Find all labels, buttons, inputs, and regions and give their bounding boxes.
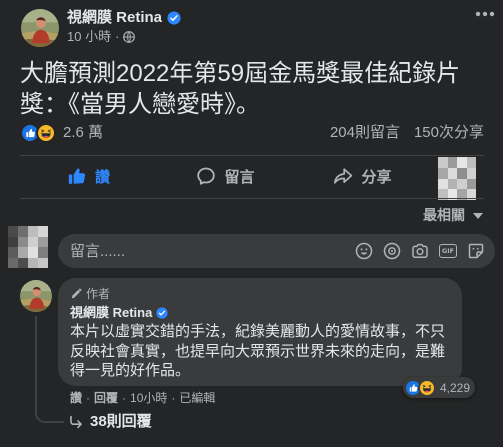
post-author-name[interactable]: 視網膜 Retina [67,8,162,28]
post-author-row: 視網膜 Retina [67,8,181,28]
comment-button-label: 留言 [224,168,255,186]
post-reactions-summary[interactable]: 2.6 萬 [20,123,103,143]
blur-cell [28,236,38,247]
meta-separator: · [171,391,176,405]
comment-bubble: 作者 視網膜 Retina 本片以虛實交錯的手法，紀錄美麗動人的愛情故事，不只反… [58,278,462,386]
avatar-sticker-icon[interactable] [355,242,373,260]
comment-like-link[interactable]: 讚 [70,390,82,406]
author-photo [20,280,52,312]
blur-cell [18,236,28,247]
comment-button[interactable]: 留言 [157,158,294,194]
like-button[interactable]: 讚 [20,158,157,194]
like-button-label: 讚 [94,168,110,186]
blur-cell [8,236,18,247]
comment-composer: GIF [58,234,495,268]
comment-icon [196,166,216,186]
share-button-label: 分享 [361,168,392,186]
author-badge: 作者 [70,286,450,302]
post-action-bar: 讚 留言 分享 [20,158,431,194]
blur-cell [8,257,18,268]
post-text: 大膽預測2022年第59屆金馬獎最佳紀錄片獎：《當男人戀愛時》。 [20,60,461,118]
blur-cell [447,178,457,190]
haha-icon [36,123,56,143]
blur-cell [18,247,28,258]
comment-edited-label[interactable]: 已編輯 [179,390,215,406]
blur-cell [38,257,48,268]
blur-cell [28,247,38,258]
divider [20,155,484,156]
globe-icon[interactable] [123,31,136,43]
share-icon [333,166,353,186]
reply-arrow-icon [68,414,84,430]
comment-as-avatar-selector[interactable] [438,157,476,200]
comment-reactions[interactable]: 4,229 [403,377,476,398]
comment-input[interactable] [70,242,355,260]
blur-cell [457,167,467,179]
sticker-icon[interactable] [467,242,485,260]
haha-icon [418,378,436,397]
view-replies-button[interactable]: 38則回覆 [68,413,152,431]
composer-avatar [8,226,48,268]
share-count[interactable]: 150次分享 [414,124,484,142]
blur-cell [457,178,467,190]
blur-cell [438,167,448,179]
comment-author-row: 視網膜 Retina [70,304,450,322]
author-badge-label: 作者 [86,287,111,301]
blur-cell [28,226,38,237]
post-stats: 204則留言 150次分享 [330,124,484,142]
reaction-count[interactable]: 2.6 萬 [63,124,103,142]
blur-cell [18,226,28,237]
comment-timestamp[interactable]: 10小時 [130,390,167,406]
comment-count[interactable]: 204則留言 [330,124,400,142]
blur-cell [28,257,38,268]
blur-cell [466,157,476,168]
blur-cell [438,157,448,168]
meta-separator: · [122,391,127,405]
comment-sort-dropdown[interactable]: 最相關 [423,207,484,224]
verified-badge-icon [156,307,168,319]
blur-cell [38,226,48,237]
verified-badge-icon [167,11,181,25]
sort-label: 最相關 [423,207,465,223]
author-photo [21,9,59,47]
gif-icon[interactable]: GIF [439,242,457,260]
meta-separator: · [86,391,91,405]
meta-separator: · [115,29,120,44]
blur-cell [38,236,48,247]
blur-cell [8,247,18,258]
camera-icon[interactable] [411,242,429,260]
comment-text: 本片以虛實交錯的手法，紀錄美麗動人的愛情故事，不只反映社會真實，也提早向大眾預示… [70,323,446,379]
post-author-avatar[interactable] [21,9,59,47]
divider [20,198,484,199]
pen-icon [70,288,82,300]
blur-cell [8,226,18,237]
blur-cell [447,157,457,168]
comment-author-avatar[interactable] [20,280,52,312]
comment-meta: 讚 · 回覆 · 10小時 · 已編輯 [70,390,215,406]
like-icon [67,166,87,186]
comment-reply-link[interactable]: 回覆 [94,390,118,406]
emoji-icon[interactable] [383,242,401,260]
share-button[interactable]: 分享 [294,158,431,194]
blur-cell [466,178,476,190]
blur-cell [38,247,48,258]
composer-icons: GIF [355,242,485,260]
gif-label: GIF [439,244,457,258]
blur-cell [447,167,457,179]
blur-cell [18,257,28,268]
replies-count-label: 38則回覆 [90,413,152,430]
caret-down-icon [472,212,484,220]
blur-cell [466,167,476,179]
comment-reaction-count: 4,229 [440,380,471,395]
post-timestamp[interactable]: 10 小時 [67,29,111,45]
blur-cell [438,178,448,190]
comment-author-name[interactable]: 視網膜 Retina [70,304,152,322]
blur-cell [457,157,467,168]
post-meta: 10 小時 · [67,29,136,45]
more-icon[interactable] [473,5,497,23]
